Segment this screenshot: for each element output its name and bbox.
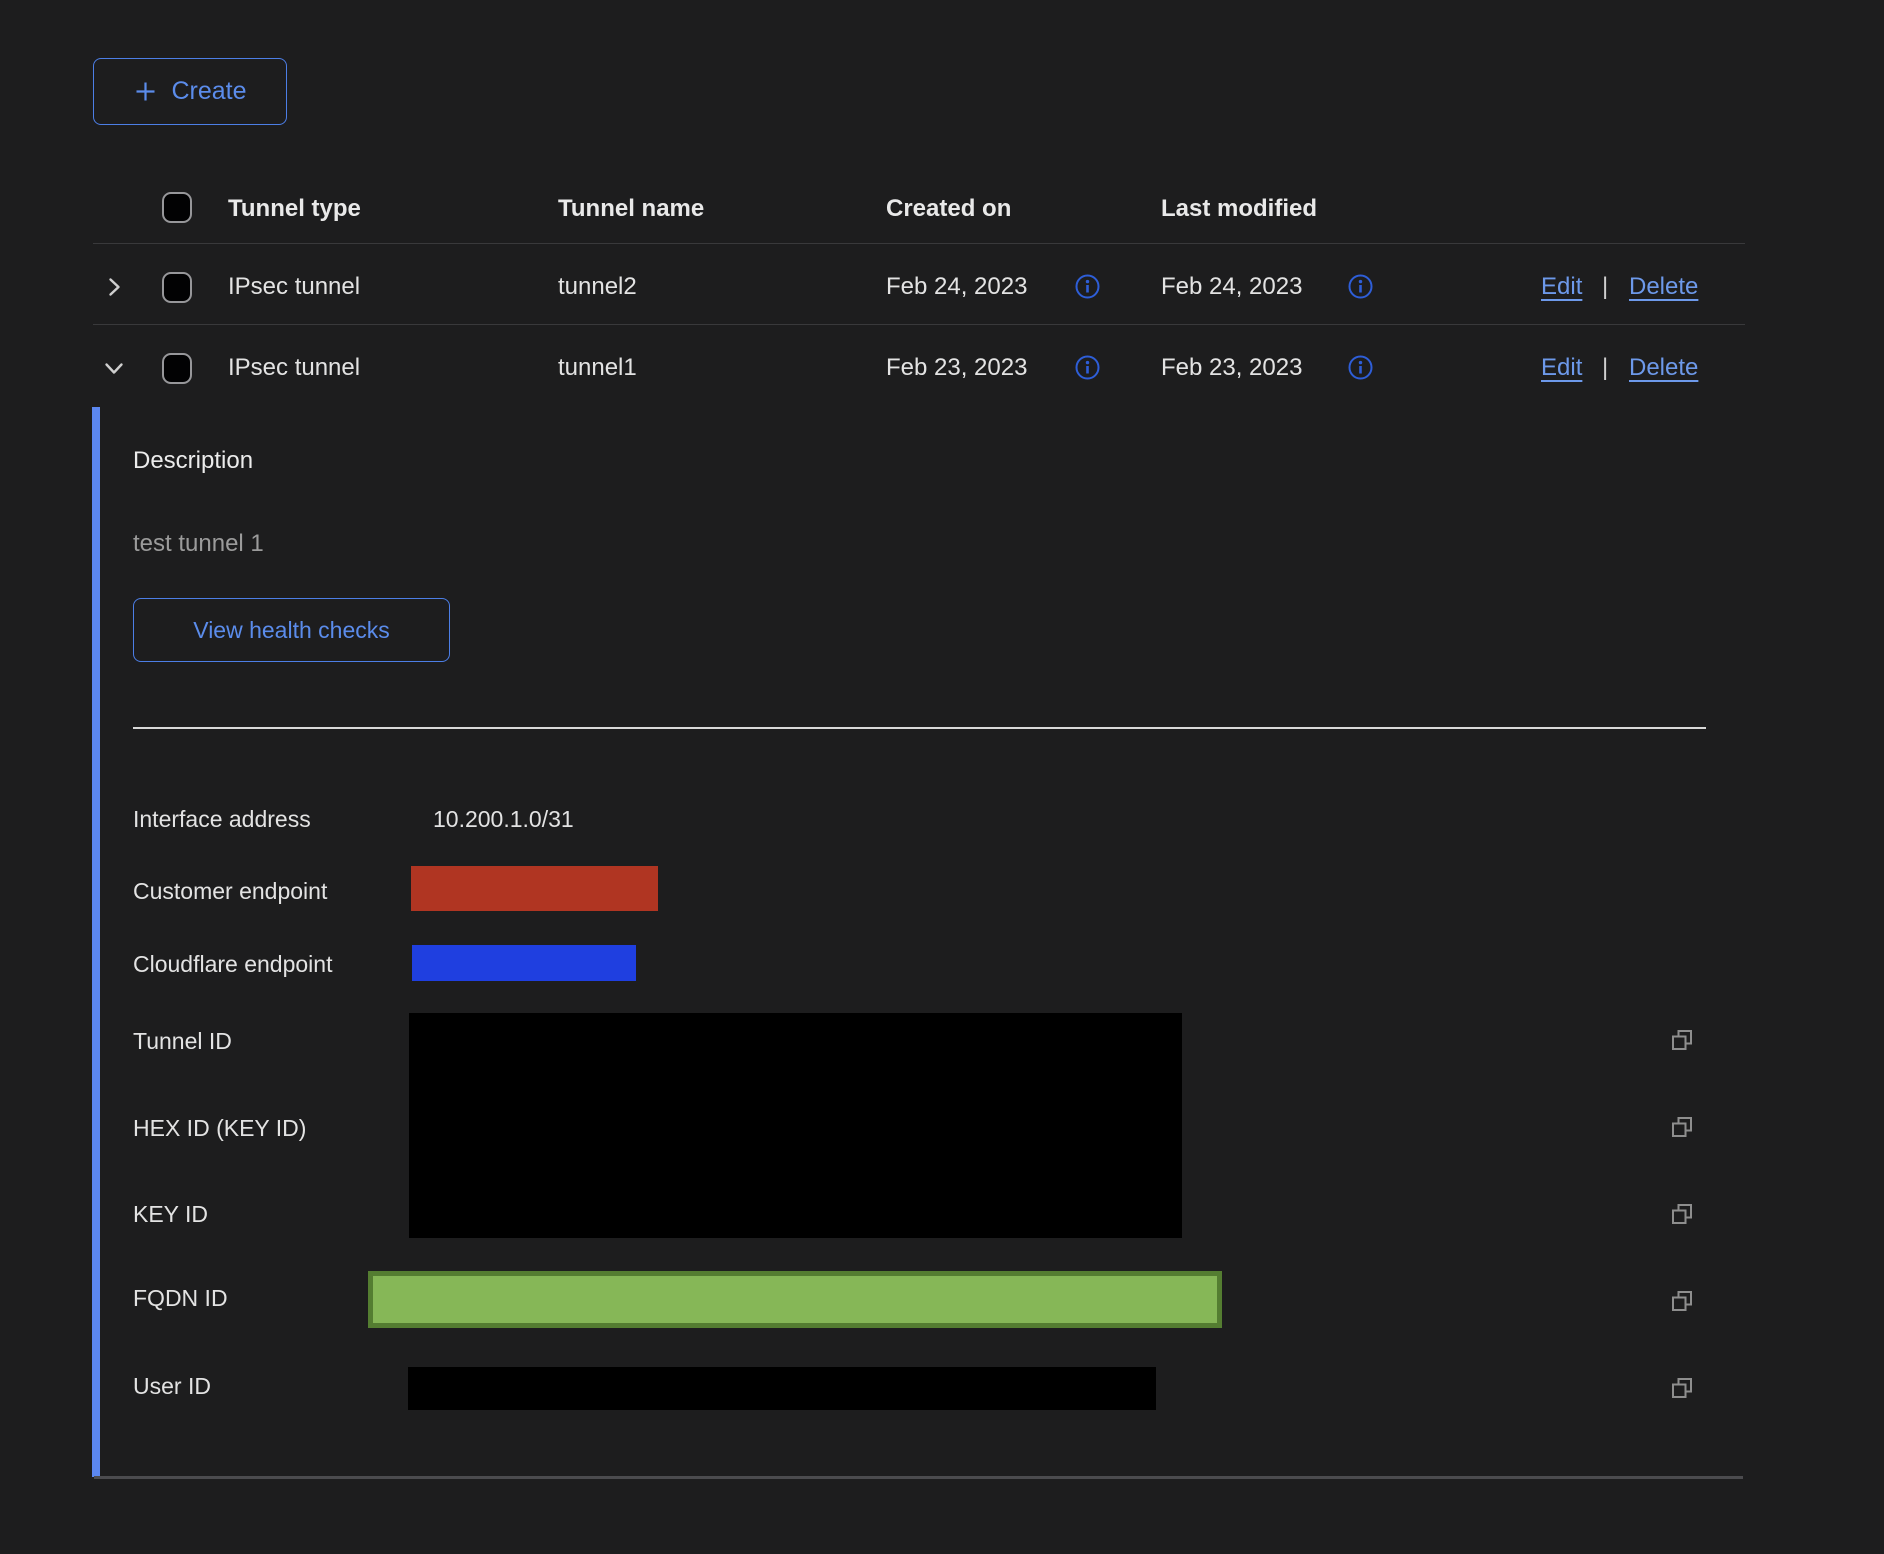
hex-id-label: HEX ID (KEY ID) xyxy=(133,1114,306,1142)
edit-link[interactable]: Edit xyxy=(1541,273,1582,301)
user-id-redaction xyxy=(408,1367,1156,1410)
interface-address-value: 10.200.1.0/31 xyxy=(433,805,574,833)
create-button[interactable]: Create xyxy=(93,58,287,125)
column-header-tunnel-type: Tunnel type xyxy=(228,195,361,223)
header-divider xyxy=(93,243,1745,244)
expanded-row-accent-bar xyxy=(92,407,100,1477)
edit-link[interactable]: Edit xyxy=(1541,354,1582,382)
description-label: Description xyxy=(133,447,253,475)
info-icon[interactable] xyxy=(1347,354,1374,381)
action-separator: | xyxy=(1602,273,1608,301)
chevron-right-icon[interactable] xyxy=(101,274,127,300)
last-modified-cell: Feb 24, 2023 xyxy=(1161,273,1302,301)
view-health-checks-button[interactable]: View health checks xyxy=(133,598,450,662)
info-icon[interactable] xyxy=(1074,273,1101,300)
row-checkbox[interactable] xyxy=(162,353,192,384)
copy-icon[interactable] xyxy=(1668,1287,1696,1315)
interface-address-label: Interface address xyxy=(133,805,311,833)
ipsec-tunnels-page: Create Tunnel type Tunnel name Created o… xyxy=(0,0,1884,1554)
cloudflare-endpoint-label: Cloudflare endpoint xyxy=(133,950,332,978)
row-divider xyxy=(93,324,1745,325)
customer-endpoint-redaction xyxy=(411,866,658,911)
user-id-label: User ID xyxy=(133,1372,211,1400)
tunnel-type-cell: IPsec tunnel xyxy=(228,354,360,382)
copy-icon[interactable] xyxy=(1668,1113,1696,1141)
tunnel-name-cell: tunnel1 xyxy=(558,354,637,382)
plus-icon xyxy=(133,79,158,104)
action-separator: | xyxy=(1602,354,1608,382)
description-value: test tunnel 1 xyxy=(133,530,264,558)
delete-link[interactable]: Delete xyxy=(1629,354,1698,382)
tunnel-type-cell: IPsec tunnel xyxy=(228,273,360,301)
expanded-panel-bottom-divider xyxy=(94,1476,1743,1479)
panel-section-divider xyxy=(133,727,1706,729)
delete-link[interactable]: Delete xyxy=(1629,273,1698,301)
info-icon[interactable] xyxy=(1347,273,1374,300)
fqdn-id-redaction xyxy=(368,1271,1222,1328)
column-header-last-modified: Last modified xyxy=(1161,195,1317,223)
last-modified-cell: Feb 23, 2023 xyxy=(1161,354,1302,382)
copy-icon[interactable] xyxy=(1668,1374,1696,1402)
row-checkbox[interactable] xyxy=(162,272,192,303)
chevron-down-icon[interactable] xyxy=(101,355,127,381)
created-on-cell: Feb 23, 2023 xyxy=(886,354,1027,382)
created-on-cell: Feb 24, 2023 xyxy=(886,273,1027,301)
cloudflare-endpoint-redaction xyxy=(412,945,636,981)
tunnel-id-label: Tunnel ID xyxy=(133,1027,232,1055)
key-id-label: KEY ID xyxy=(133,1200,208,1228)
column-header-created-on: Created on xyxy=(886,195,1011,223)
fqdn-id-label: FQDN ID xyxy=(133,1284,228,1312)
tunnel-id-redaction xyxy=(409,1013,1182,1238)
info-icon[interactable] xyxy=(1074,354,1101,381)
select-all-checkbox[interactable] xyxy=(162,192,192,223)
create-button-label: Create xyxy=(171,77,246,106)
copy-icon[interactable] xyxy=(1668,1026,1696,1054)
customer-endpoint-label: Customer endpoint xyxy=(133,877,327,905)
column-header-tunnel-name: Tunnel name xyxy=(558,195,704,223)
copy-icon[interactable] xyxy=(1668,1200,1696,1228)
tunnel-name-cell: tunnel2 xyxy=(558,273,637,301)
